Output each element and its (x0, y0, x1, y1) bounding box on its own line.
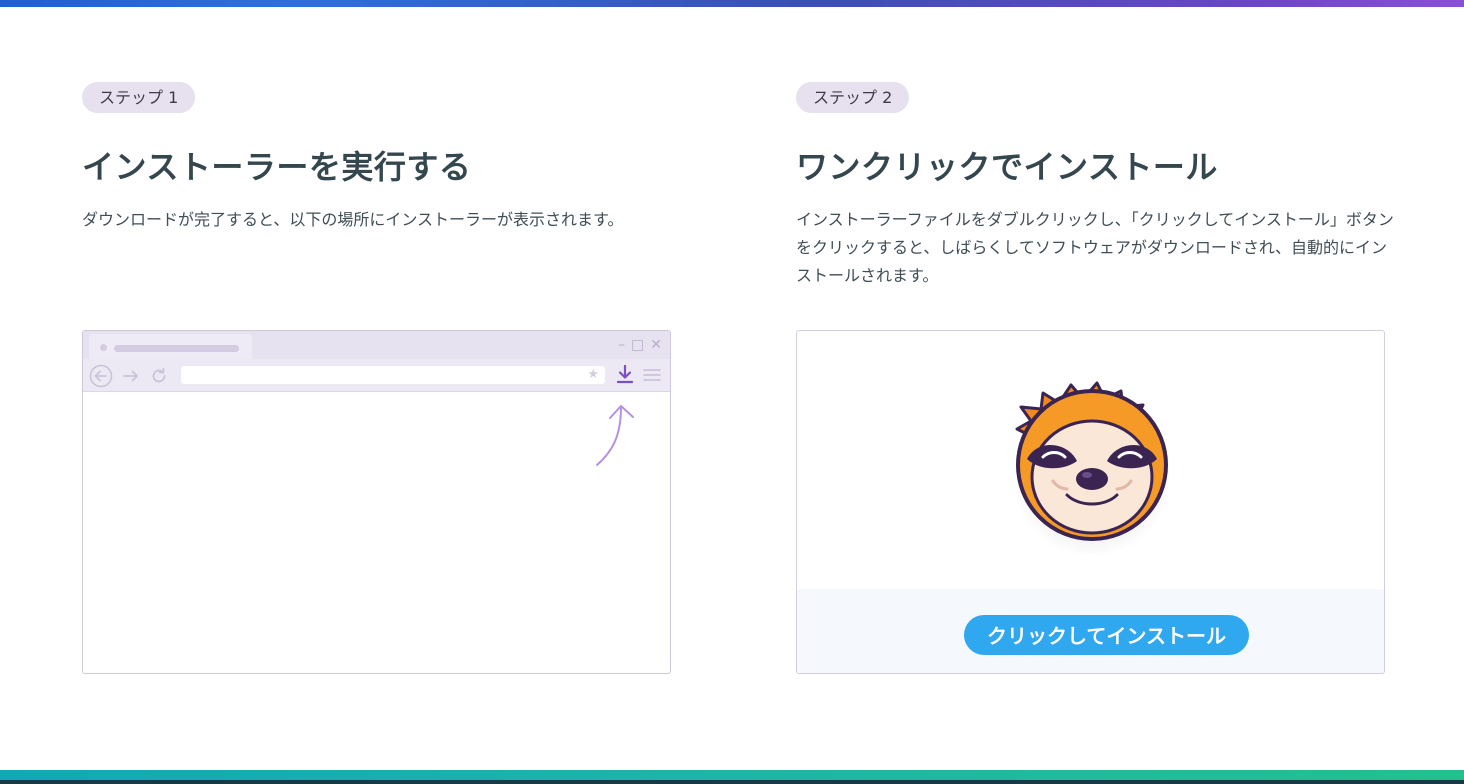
window-controls: – □ ✕ (618, 337, 662, 353)
step-2-title: ワンクリックでインストール (796, 148, 1218, 186)
browser-toolbar: ★ (83, 359, 670, 392)
click-to-install-button[interactable]: クリックしてインストール (964, 615, 1249, 655)
step-1-title: インストーラーを実行する (82, 148, 472, 186)
install-card: クリックしてインストール (796, 330, 1385, 674)
browser-illustration: – □ ✕ ★ (82, 330, 671, 674)
pointer-arrow-icon (596, 405, 634, 466)
install-steps-page: ステップ 1 インストーラーを実行する ダウンロードが完了すると、以下の場所にイ… (0, 0, 1464, 784)
back-icon (89, 364, 113, 388)
step-1-badge: ステップ 1 (82, 82, 196, 113)
reload-icon (152, 367, 166, 383)
browser-tab (89, 334, 252, 359)
minimize-icon: – (618, 337, 626, 353)
star-icon: ★ (587, 367, 599, 382)
download-icon (616, 364, 634, 384)
tab-favicon-icon (100, 344, 107, 351)
step-2-description: インストーラーファイルをダブルクリックし、「クリックしてインストール」ボタンをク… (796, 210, 1394, 285)
menu-icon (643, 369, 661, 381)
address-bar: ★ (181, 366, 605, 384)
maximize-icon: □ (631, 337, 645, 353)
step-2-badge: ステップ 2 (796, 82, 910, 113)
sloth-logo-icon (1014, 381, 1170, 557)
bottom-gradient-bar (0, 770, 1464, 784)
step-1-description: ダウンロードが完了すると、以下の場所にインストーラーが表示されます。 (82, 210, 624, 229)
tab-title-placeholder (114, 345, 239, 352)
close-icon: ✕ (650, 337, 662, 353)
browser-tab-bar: – □ ✕ (83, 331, 670, 359)
top-gradient-bar (0, 0, 1464, 7)
forward-icon (123, 370, 138, 382)
